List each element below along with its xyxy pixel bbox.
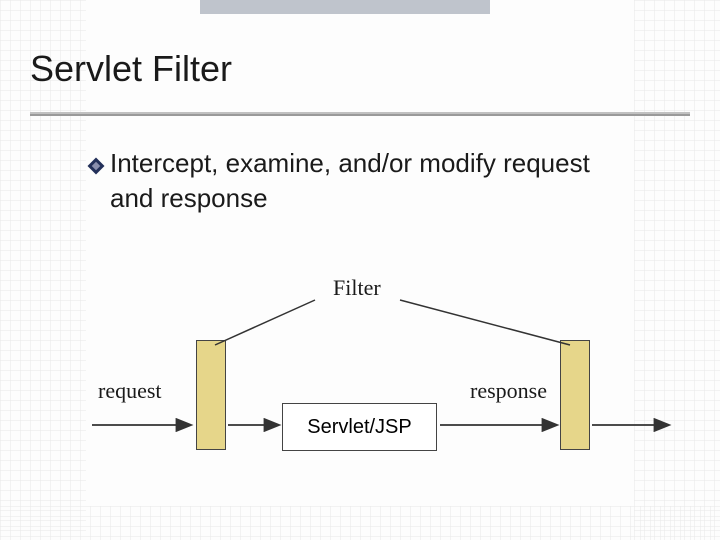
response-label: response	[470, 378, 547, 404]
bullet-diamond-icon	[88, 158, 104, 174]
grid-right	[634, 0, 720, 540]
grid-bottom	[0, 506, 720, 540]
bullet-text: Intercept, examine, and/or modify reques…	[110, 146, 640, 216]
servlet-box: Servlet/JSP	[282, 403, 437, 451]
right-filter-bar	[560, 340, 590, 450]
top-accent-bar	[200, 0, 490, 14]
request-label: request	[98, 378, 162, 404]
left-filter-bar	[196, 340, 226, 450]
title-rule-lower	[30, 114, 690, 116]
servlet-box-label: Servlet/JSP	[307, 416, 411, 439]
filter-label: Filter	[333, 275, 381, 301]
slide-title: Servlet Filter	[30, 48, 232, 90]
